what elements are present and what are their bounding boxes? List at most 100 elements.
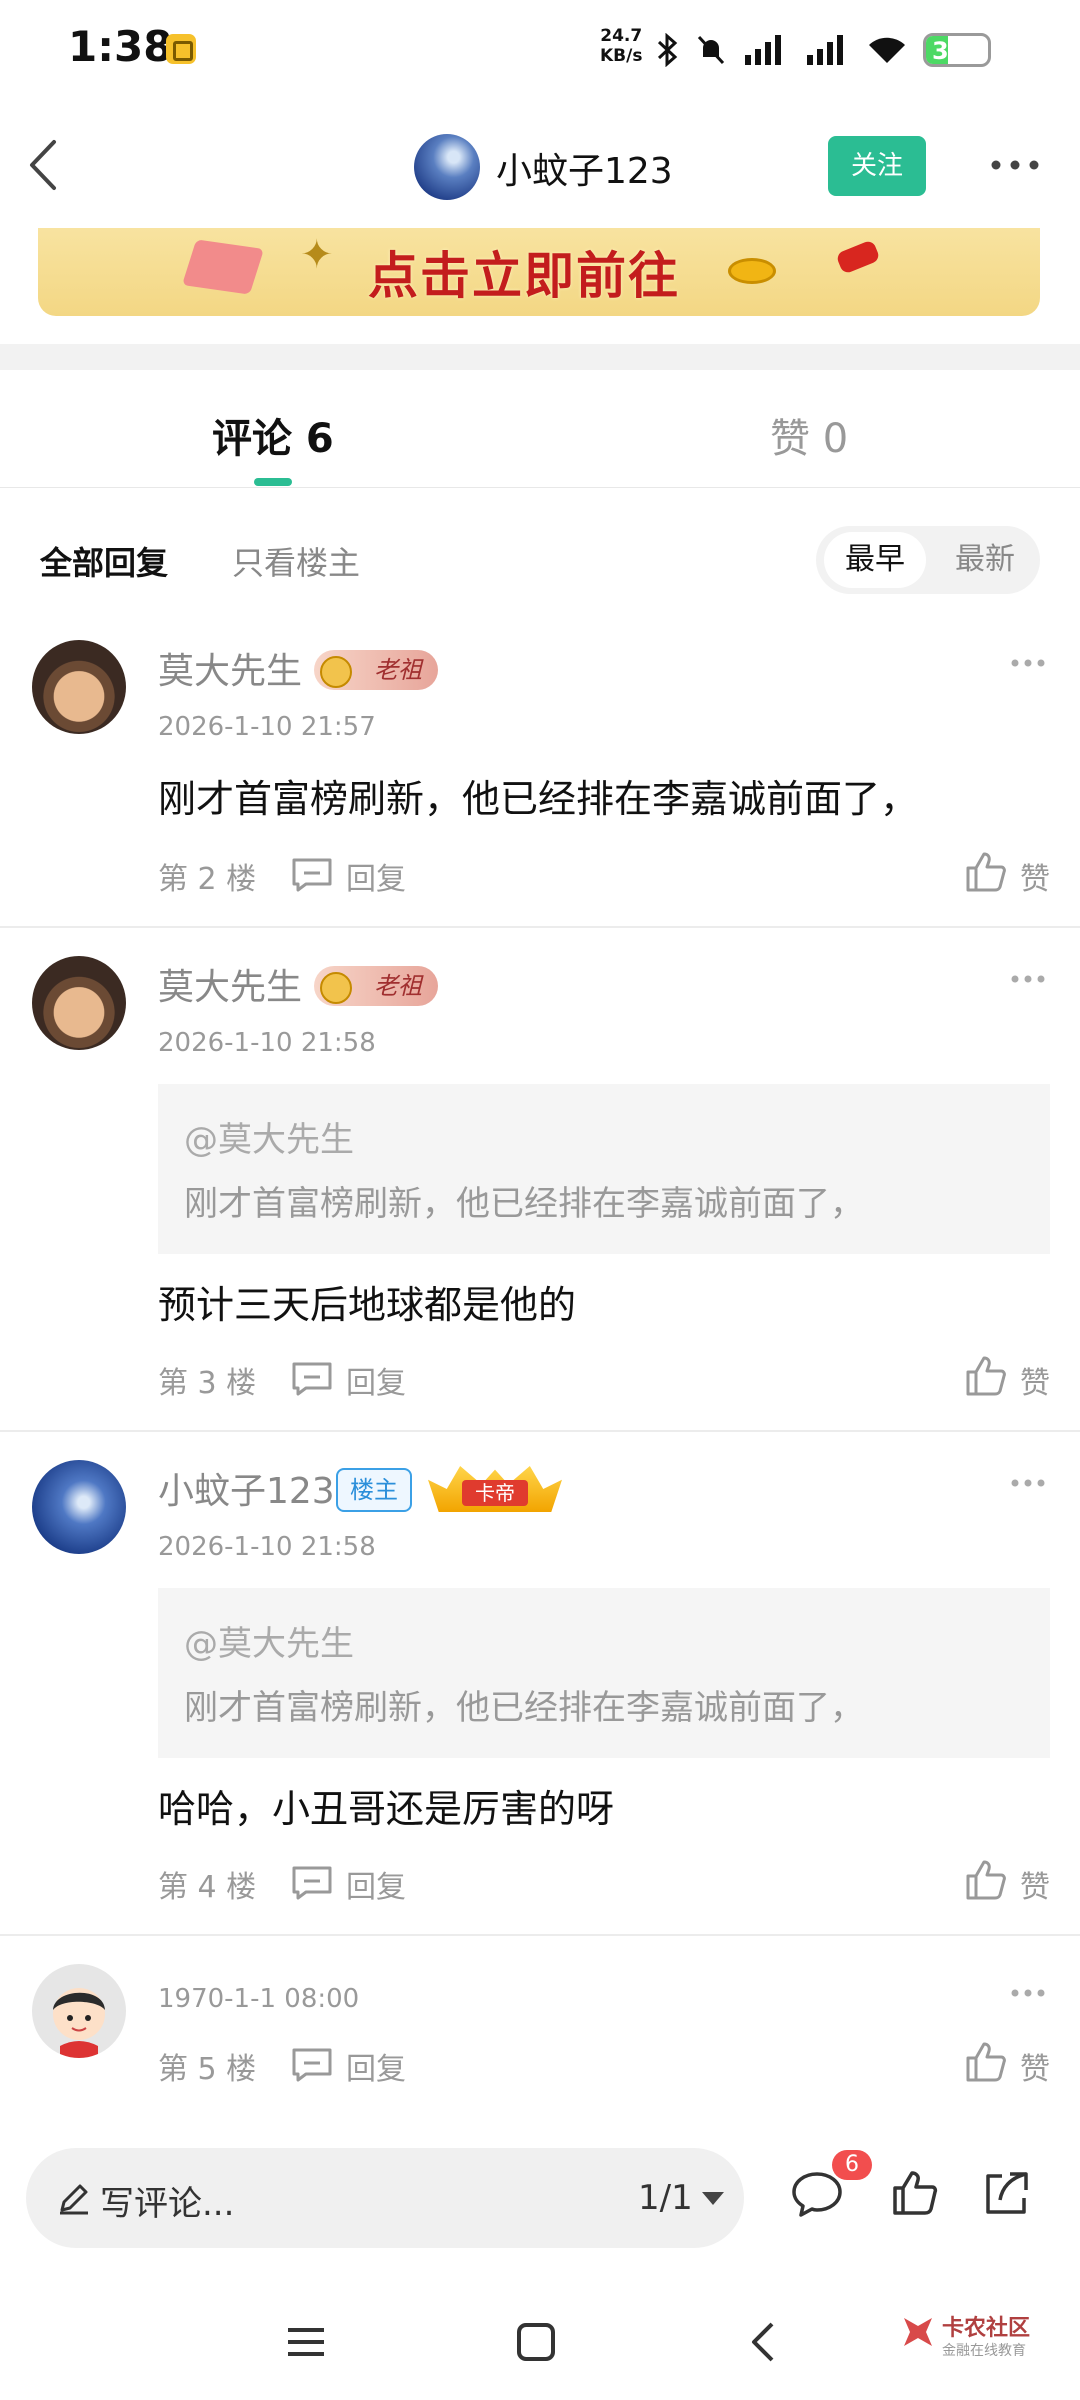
quoted-user: @莫大先生 [184,1624,354,1664]
reply-button[interactable]: 回复 [290,1860,420,1905]
nav-back-icon[interactable] [740,2320,788,2364]
bluetooth-icon [657,33,678,67]
commenter-avatar[interactable] [32,640,126,734]
commenter-name[interactable]: 莫大先生 [158,642,302,694]
page-dropdown-icon[interactable] [702,2192,724,2205]
more-icon [991,160,1039,170]
reply-icon [292,858,332,892]
more-options-button[interactable] [990,150,1040,180]
comment-more-icon[interactable] [1010,656,1046,670]
comment-text: 刚才首富榜刷新，他已经排在李嘉诚前面了， [158,777,919,821]
comment-item: 小蚊子123 楼主 卡帝 2026-1-10 21:58 @莫大先生 刚才首富榜… [0,1432,1080,1936]
thumbs-up-icon [966,1356,1006,1396]
floor-number: 第 3 楼 [158,1366,257,1401]
like-label: 赞 [1020,1870,1050,1905]
network-speed: 24.7 KB/s [600,26,642,66]
comment-time: 2026-1-10 21:58 [158,1532,376,1562]
like-button[interactable]: 赞 [964,1856,1054,1906]
sort-newest-button[interactable]: 最新 [938,532,1032,588]
commenter-name[interactable]: 莫大先生 [158,958,302,1010]
sort-toggle: 最早 最新 [816,526,1040,594]
battery-level: 36 [932,37,966,65]
like-label: 赞 [1020,862,1050,897]
floor-number: 第 2 楼 [158,862,257,897]
comment-input-placeholder: 写评论... [100,2184,235,2224]
watermark-logo-icon [904,2318,932,2346]
reply-icon [292,1866,332,1900]
commenter-avatar[interactable] [32,1964,126,2058]
section-divider [0,344,1080,370]
comment-more-icon[interactable] [1010,1476,1046,1490]
reply-icon [292,1362,332,1396]
like-button[interactable]: 赞 [964,848,1054,898]
wifi-icon [869,37,905,63]
thumbs-up-icon [966,852,1006,892]
back-arrow-icon [30,140,56,190]
share-icon[interactable] [980,2168,1034,2218]
comment-input[interactable]: 写评论... 1/1 [26,2148,744,2248]
home-icon[interactable] [512,2320,560,2364]
reply-label: 回复 [346,2052,406,2087]
level-badge: 老祖 [314,966,438,1006]
watermark-subtitle: 金融在线教育 [942,2343,1026,2359]
watermark-title: 卡农社区 [942,2316,1031,2341]
comment-more-icon[interactable] [1010,972,1046,986]
sort-earliest-button[interactable]: 最早 [824,532,926,588]
author-name[interactable]: 小蚊子123 [496,142,673,194]
comment-count-badge: 6 [832,2150,872,2180]
comment-footer: 第 5 楼 回复 赞 [158,2038,1050,2088]
reply-button[interactable]: 回复 [290,1356,420,1401]
reply-icon [292,2048,332,2082]
comment-footer: 第 4 楼 回复 赞 [158,1856,1050,1906]
comment-time: 1970-1-1 08:00 [158,1984,360,2014]
tab-likes[interactable]: 赞 0 [770,406,848,464]
comment-item: 莫大先生 老祖 2026-1-10 21:57 刚才首富榜刷新，他已经排在李嘉诚… [0,612,1080,928]
comment-more-icon[interactable] [1010,1986,1046,2000]
signal-icon [745,35,781,65]
signal-icon-2 [807,35,843,65]
envelope-decoration [181,239,265,295]
reply-button[interactable]: 回复 [290,2042,420,2087]
pencil-icon [60,2184,88,2215]
floor-number: 第 5 楼 [158,2052,257,2087]
promo-banner[interactable]: ✦ 点击立即前往 [38,228,1040,316]
quoted-user: @莫大先生 [184,1120,354,1160]
like-button[interactable]: 赞 [964,2038,1054,2088]
reply-label: 回复 [346,1870,406,1905]
floor-number: 第 4 楼 [158,1870,257,1905]
app-notification-icon [166,34,196,64]
comment-item: 莫大先生 老祖 2026-1-10 21:58 @莫大先生 刚才首富榜刷新，他已… [0,928,1080,1432]
reply-label: 回复 [346,1366,406,1401]
menu-icon[interactable] [282,2320,330,2364]
active-tab-indicator [254,478,292,486]
thumbs-up-icon[interactable] [890,2168,940,2218]
comment-footer: 第 3 楼 回复 赞 [158,1352,1050,1402]
coin-decoration [728,258,776,284]
level-badge: 老祖 [314,650,438,690]
comment-text: 预计三天后地球都是他的 [158,1283,577,1327]
filter-all-replies[interactable]: 全部回复 [40,538,168,584]
tab-comments[interactable]: 评论 6 [212,406,334,464]
reply-button[interactable]: 回复 [290,852,420,897]
like-button[interactable]: 赞 [964,1352,1054,1402]
back-button[interactable] [18,132,78,198]
page-indicator[interactable]: 1/1 [638,2178,693,2218]
author-avatar[interactable] [414,134,480,200]
quoted-text: 刚才首富榜刷新，他已经排在李嘉诚前面了， [184,1184,864,1224]
commenter-avatar[interactable] [32,1460,126,1554]
level-badge: 卡帝 [428,1466,562,1512]
commenter-name[interactable]: 小蚊子123 [158,1462,335,1514]
mute-bell-icon [697,35,725,65]
comment-text: 哈哈，小丑哥还是厉害的呀 [158,1787,615,1831]
quoted-reply[interactable]: @莫大先生 刚才首富榜刷新，他已经排在李嘉诚前面了， [158,1588,1050,1758]
commenter-avatar[interactable] [32,956,126,1050]
op-badge: 楼主 [336,1468,412,1512]
like-label: 赞 [1020,1366,1050,1401]
battery-icon: 36 [923,33,991,67]
quoted-reply[interactable]: @莫大先生 刚才首富榜刷新，他已经排在李嘉诚前面了， [158,1084,1050,1254]
level-badge-label: 卡帝 [462,1480,528,1506]
follow-button[interactable]: 关注 [828,136,926,196]
cartoon-avatar-icon [53,1988,105,2058]
comment-footer: 第 2 楼 回复 赞 [158,848,1050,898]
filter-op-only[interactable]: 只看楼主 [232,538,360,584]
